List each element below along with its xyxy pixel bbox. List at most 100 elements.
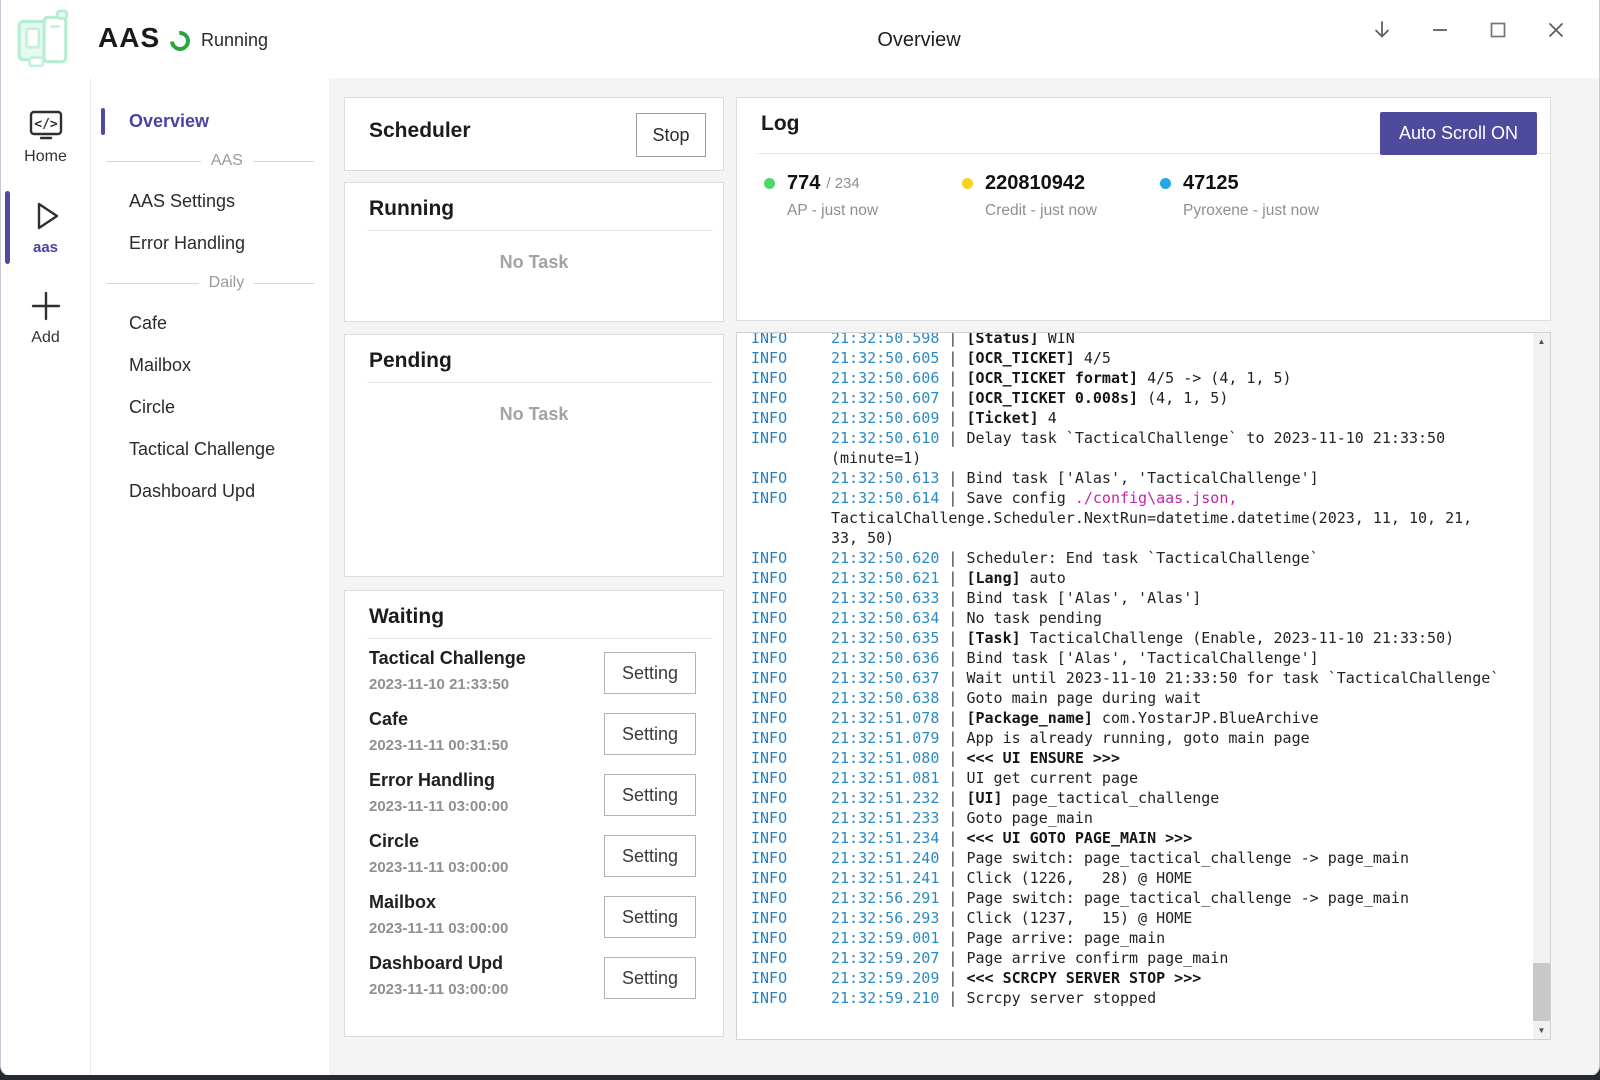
log-line: INFO21:32:50.607 | [OCR_TICKET 0.008s] (… xyxy=(751,388,1533,408)
log-message: 21:32:51.078 | [Package_name] com.Yostar… xyxy=(831,708,1507,728)
divider-line xyxy=(106,161,201,162)
log-timestamp: 21:32:51.078 xyxy=(831,709,939,727)
stat-value: 220810942 xyxy=(985,172,1085,195)
sidebar-item-tactical-challenge[interactable]: Tactical Challenge xyxy=(91,428,329,470)
stat-top-row: 220810942 xyxy=(962,172,1160,195)
log-separator: | xyxy=(939,809,966,827)
maximize-button[interactable] xyxy=(1481,14,1515,48)
log-separator: | xyxy=(939,429,966,447)
log-level: INFO xyxy=(751,408,831,428)
task-setting-button[interactable]: Setting xyxy=(604,896,696,938)
sidebar-item-cafe[interactable]: Cafe xyxy=(91,302,329,344)
main-content: Scheduler Stop Running No Task Pending N… xyxy=(329,78,1599,1075)
scrollbar-up-icon[interactable]: ▲ xyxy=(1533,333,1550,350)
task-setting-button[interactable]: Setting xyxy=(604,835,696,877)
minimize-button[interactable] xyxy=(1423,14,1457,48)
log-level: INFO xyxy=(751,548,831,568)
log-text-segment: Scheduler: End task `TacticalChallenge` xyxy=(966,549,1318,567)
running-card-title: Running xyxy=(345,183,723,230)
sidebar-item-overview[interactable]: Overview xyxy=(91,100,329,142)
log-text-segment: 4/5 -> (4, 1, 5) xyxy=(1138,369,1292,387)
log-line: INFO21:32:50.633 | Bind task ['Alas', 'A… xyxy=(751,588,1533,608)
log-message: 21:32:56.291 | Page switch: page_tactica… xyxy=(831,888,1507,908)
log-text-segment: [Task] xyxy=(966,629,1020,647)
rail-item-label: aas xyxy=(33,239,58,256)
scrollbar-thumb[interactable] xyxy=(1533,963,1550,1021)
sidebar-group-label: Daily xyxy=(209,274,245,292)
sidebar-item-dashboard-upd[interactable]: Dashboard Upd xyxy=(91,470,329,512)
log-message: 21:32:50.638 | Goto main page during wai… xyxy=(831,688,1507,708)
log-timestamp: 21:32:50.614 xyxy=(831,489,939,507)
log-line: INFO21:32:51.079 | App is already runnin… xyxy=(751,728,1533,748)
scrollbar-down-icon[interactable]: ▼ xyxy=(1533,1022,1550,1039)
log-timestamp: 21:32:50.634 xyxy=(831,609,939,627)
titlebar: AAS Running Overview xyxy=(1,0,1599,78)
log-timestamp: 21:32:50.637 xyxy=(831,669,939,687)
log-text-segment: [Package_name] xyxy=(966,709,1092,727)
task-setting-button[interactable]: Setting xyxy=(604,957,696,999)
log-timestamp: 21:32:50.638 xyxy=(831,689,939,707)
app-window: AAS Running Overview </>Home aas Add Overv… xyxy=(0,0,1600,1076)
log-level: INFO xyxy=(751,608,831,628)
rail-item-aas[interactable]: aas xyxy=(1,189,90,266)
log-message: 21:32:50.636 | Bind task ['Alas', 'Tacti… xyxy=(831,648,1507,668)
log-level: INFO xyxy=(751,788,831,808)
waiting-task-row: Mailbox2023-11-11 03:00:00Setting xyxy=(369,887,699,948)
log-line: INFO21:32:59.001 | Page arrive: page_mai… xyxy=(751,928,1533,948)
active-indicator xyxy=(5,191,10,264)
close-icon xyxy=(1544,18,1568,45)
log-level: INFO xyxy=(751,648,831,668)
log-text-segment: <<< UI ENSURE >>> xyxy=(966,749,1120,767)
log-message: 21:32:51.232 | [UI] page_tactical_challe… xyxy=(831,788,1507,808)
download-button[interactable] xyxy=(1365,14,1399,48)
log-separator: | xyxy=(939,549,966,567)
close-button[interactable] xyxy=(1539,14,1573,48)
log-timestamp: 21:32:50.620 xyxy=(831,549,939,567)
log-line: INFO21:32:51.080 | <<< UI ENSURE >>> xyxy=(751,748,1533,768)
log-timestamp: 21:32:50.636 xyxy=(831,649,939,667)
rail-item-label: Add xyxy=(31,329,59,347)
auto-scroll-button[interactable]: Auto Scroll ON xyxy=(1380,112,1537,155)
sidebar-item-circle[interactable]: Circle xyxy=(91,386,329,428)
rail-item-home[interactable]: </>Home xyxy=(1,98,90,176)
running-spinner-icon xyxy=(166,27,194,55)
log-timestamp: 21:32:51.079 xyxy=(831,729,939,747)
log-text-segment: [OCR_TICKET 0.008s] xyxy=(966,389,1138,407)
sidebar-item-error-handling[interactable]: Error Handling xyxy=(91,222,329,264)
log-separator: | xyxy=(939,689,966,707)
play-icon xyxy=(25,195,67,237)
waiting-card: Waiting Tactical Challenge2023-11-10 21:… xyxy=(344,590,724,1037)
log-timestamp: 21:32:50.635 xyxy=(831,629,939,647)
sidebar-group-divider: AAS xyxy=(91,142,329,180)
sidebar-item-mailbox[interactable]: Mailbox xyxy=(91,344,329,386)
log-scrollbar[interactable]: ▲ ▼ xyxy=(1533,333,1550,1039)
stat-value: 47125 xyxy=(1183,172,1239,195)
task-setting-button[interactable]: Setting xyxy=(604,713,696,755)
stop-button[interactable]: Stop xyxy=(636,113,706,157)
log-card: Log Auto Scroll ON 774/ 234AP - just now… xyxy=(736,97,1551,321)
log-timestamp: 21:32:59.210 xyxy=(831,989,939,1007)
log-message: 21:32:59.207 | Page arrive confirm page_… xyxy=(831,948,1507,968)
stat-label: Pyroxene - just now xyxy=(1183,202,1358,220)
log-separator: | xyxy=(939,909,966,927)
log-text-segment: [OCR_TICKET format] xyxy=(966,369,1138,387)
log-level: INFO xyxy=(751,768,831,788)
waiting-task-row: Cafe2023-11-11 00:31:50Setting xyxy=(369,704,699,765)
log-message: 21:32:51.240 | Page switch: page_tactica… xyxy=(831,848,1507,868)
log-timestamp: 21:32:59.209 xyxy=(831,969,939,987)
log-line: INFO21:32:56.293 | Click (1237, 15) @ HO… xyxy=(751,908,1533,928)
rail-item-add[interactable]: Add xyxy=(1,279,90,357)
task-setting-button[interactable]: Setting xyxy=(604,652,696,694)
log-text-segment: <<< UI GOTO PAGE_MAIN >>> xyxy=(966,829,1192,847)
log-timestamp: 21:32:51.081 xyxy=(831,769,939,787)
log-timestamp: 21:32:51.240 xyxy=(831,849,939,867)
log-level: INFO xyxy=(751,568,831,588)
log-line: INFO21:32:50.610 | Delay task `TacticalC… xyxy=(751,428,1533,468)
log-separator: | xyxy=(939,889,966,907)
log-line: INFO21:32:59.209 | <<< SCRCPY SERVER STO… xyxy=(751,968,1533,988)
log-separator: | xyxy=(939,789,966,807)
task-setting-button[interactable]: Setting xyxy=(604,774,696,816)
log-timestamp: 21:32:51.233 xyxy=(831,809,939,827)
log-level: INFO xyxy=(751,468,831,488)
sidebar-item-aas-settings[interactable]: AAS Settings xyxy=(91,180,329,222)
